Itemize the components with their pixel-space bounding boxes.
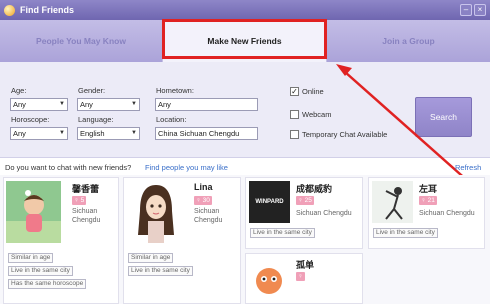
match-tag: Similar in age <box>8 253 54 263</box>
match-tag: Live in the same city <box>373 228 438 238</box>
user-name: 孤单 <box>296 260 315 270</box>
app-icon <box>4 4 15 16</box>
language-value: English <box>80 129 105 138</box>
window-title: Find Friends <box>20 5 74 15</box>
avatar <box>249 257 290 299</box>
tab-bar: People You May Know Make New Friends Joi… <box>0 20 490 62</box>
chevron-down-icon: ▼ <box>131 130 137 136</box>
chevron-down-icon: ▼ <box>59 101 65 107</box>
result-card[interactable]: 孤单 ♀ <box>245 253 363 304</box>
tab-make-new-friends[interactable]: Make New Friends <box>162 20 327 62</box>
age-badge: ♀ 30 <box>194 196 212 205</box>
match-tag: Live in the same city <box>128 266 193 276</box>
result-card[interactable]: WINPARD 成都威豹 ♀ 25 Sichuan Chengdu Live i… <box>245 177 363 249</box>
gender-select[interactable]: Any ▼ <box>77 98 140 111</box>
chat-question: Do you want to chat with new friends? <box>5 163 132 172</box>
age-badge: ♀ 5 <box>72 196 87 205</box>
close-button[interactable]: × <box>474 4 486 16</box>
avatar <box>372 181 413 223</box>
online-label: Online <box>302 87 324 96</box>
temp-chat-checkbox[interactable] <box>290 130 299 139</box>
refresh-link[interactable]: Refresh <box>455 163 481 172</box>
age-badge: ♀ <box>296 272 305 281</box>
results-list: 馨香蕾 ♀ 5 Sichuan Chengdu Similar in age L… <box>0 175 490 304</box>
find-people-link[interactable]: Find people you may like <box>145 163 228 172</box>
chevron-down-icon: ▼ <box>59 130 65 136</box>
horoscope-label: Horoscope: <box>11 115 50 124</box>
horoscope-value: Any <box>13 129 26 138</box>
tab-people-you-may-know[interactable]: People You May Know <box>0 20 162 62</box>
avatar <box>6 181 61 243</box>
user-name: 左耳 <box>419 184 438 194</box>
user-location: Chengdu <box>194 217 223 224</box>
match-tag: Live in the same city <box>250 228 315 238</box>
age-select[interactable]: Any ▼ <box>10 98 68 111</box>
chevron-down-icon: ▼ <box>131 101 137 107</box>
match-tag: Live in the same city <box>8 266 73 276</box>
user-name: 馨香蕾 <box>72 184 100 194</box>
webcam-checkbox[interactable] <box>290 110 299 119</box>
avatar: WINPARD <box>249 181 290 223</box>
temp-chat-label: Temporary Chat Available <box>302 130 388 139</box>
result-card[interactable]: 左耳 ♀ 21 Sichuan Chengdu Live in the same… <box>368 177 485 249</box>
info-bar: Do you want to chat with new friends? Fi… <box>0 160 490 174</box>
avatar <box>128 181 183 243</box>
online-checkbox[interactable]: ✓ <box>290 87 299 96</box>
user-location: Sichuan <box>194 208 220 215</box>
title-bar: Find Friends – × <box>0 0 490 20</box>
user-name: Lina <box>194 182 213 192</box>
gender-label: Gender: <box>78 86 106 95</box>
age-value: Any <box>13 100 26 109</box>
window-controls: – × <box>460 4 486 16</box>
user-location: Chengdu <box>72 217 101 224</box>
match-tag: Similar in age <box>128 253 174 263</box>
horoscope-select[interactable]: Any ▼ <box>10 127 68 140</box>
location-label: Location: <box>156 115 187 124</box>
user-location: Sichuan Chengdu <box>296 210 352 217</box>
gender-value: Any <box>80 100 93 109</box>
age-label: Age: <box>11 86 27 95</box>
language-select[interactable]: English ▼ <box>77 127 140 140</box>
age-badge: ♀ 21 <box>419 196 437 205</box>
webcam-label: Webcam <box>302 110 332 119</box>
age-badge: ♀ 25 <box>296 196 314 205</box>
tab-join-a-group[interactable]: Join a Group <box>327 20 490 62</box>
language-label: Language: <box>78 115 114 124</box>
location-field[interactable]: China Sichuan Chengdu <box>155 127 258 140</box>
match-tag: Has the same horoscope <box>8 279 87 289</box>
result-card[interactable]: Lina ♀ 30 Sichuan Chengdu Similar in age… <box>123 177 241 304</box>
search-button[interactable]: Search <box>415 97 472 137</box>
user-location: Sichuan Chengdu <box>419 210 475 217</box>
user-location: Sichuan <box>72 208 98 215</box>
hometown-field[interactable]: Any <box>155 98 258 111</box>
minimize-button[interactable]: – <box>460 4 472 16</box>
user-name: 成都威豹 <box>296 184 333 194</box>
result-card[interactable]: 馨香蕾 ♀ 5 Sichuan Chengdu Similar in age L… <box>3 177 119 304</box>
hometown-label: Hometown: <box>156 86 194 95</box>
